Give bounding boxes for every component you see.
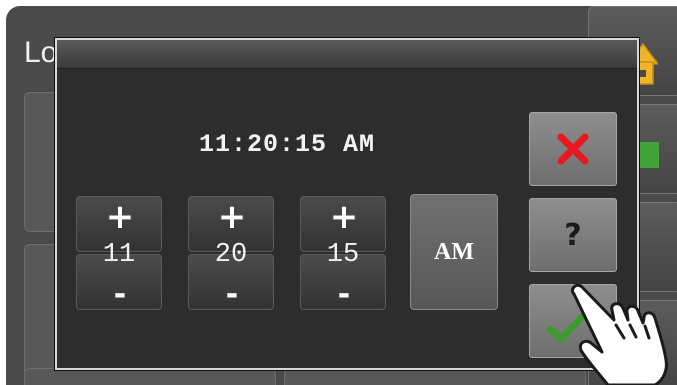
hour-spinner: + - 11	[76, 196, 162, 310]
minus-icon: -	[337, 277, 351, 312]
plus-icon: +	[329, 197, 359, 237]
am-pm-toggle-button[interactable]: AM	[410, 194, 498, 310]
plus-icon: +	[105, 197, 135, 237]
hour-decrement-button[interactable]: -	[76, 254, 162, 310]
second-decrement-button[interactable]: -	[300, 254, 386, 310]
hand-pointer-icon	[570, 283, 668, 385]
time-display: 11:20:15 AM	[198, 130, 376, 159]
hour-increment-button[interactable]: +	[76, 196, 162, 252]
background-tile	[24, 368, 276, 385]
second-spinner: + - 15	[300, 196, 386, 310]
minute-decrement-button[interactable]: -	[188, 254, 274, 310]
second-increment-button[interactable]: +	[300, 196, 386, 252]
cancel-button[interactable]	[529, 112, 617, 186]
background-tile	[284, 368, 586, 385]
minus-icon: -	[225, 277, 239, 312]
background-page-title: Lo	[24, 36, 58, 69]
minute-increment-button[interactable]: +	[188, 196, 274, 252]
minute-spinner: + - 20	[188, 196, 274, 310]
help-button[interactable]: ?	[529, 198, 617, 272]
minus-icon: -	[113, 277, 127, 312]
x-icon	[557, 133, 589, 165]
question-icon: ?	[564, 217, 582, 253]
time-picker-dialog: 11:20:15 AM + - 11 + - 20 + - 15 AM ?	[55, 38, 639, 370]
plus-icon: +	[217, 197, 247, 237]
dialog-title-bar	[57, 40, 637, 69]
